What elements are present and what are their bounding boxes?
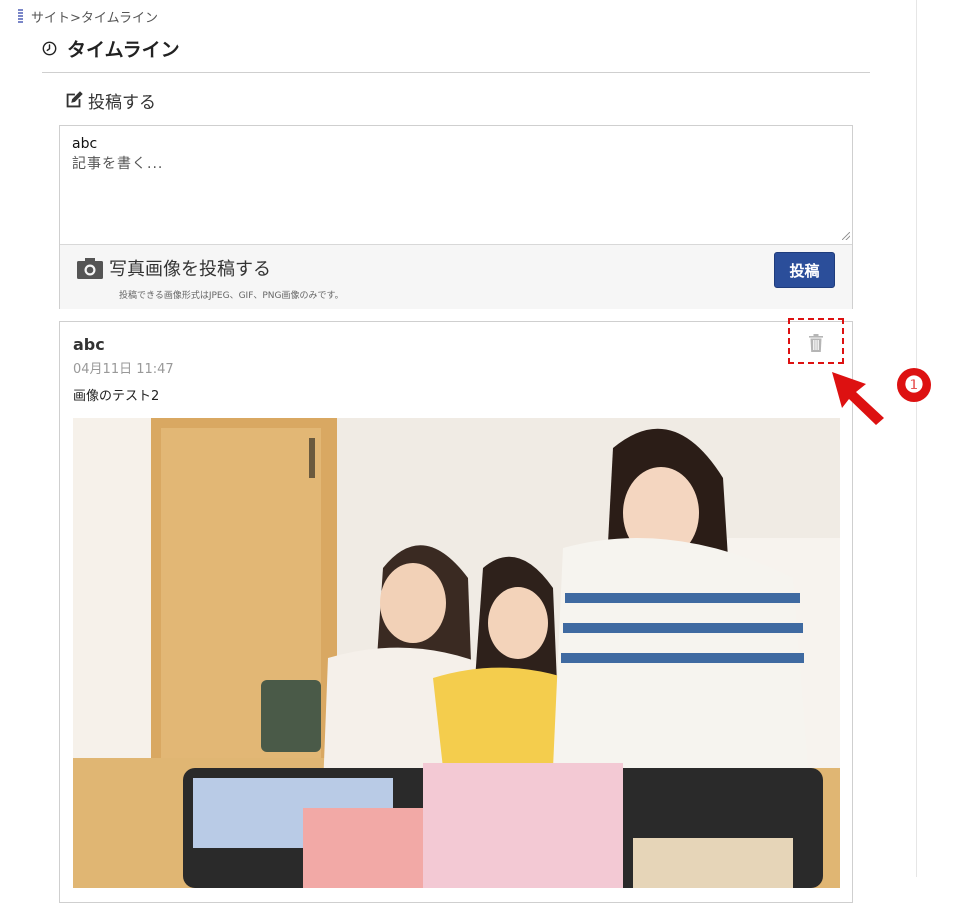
compose-heading-text: 投稿する	[88, 92, 156, 113]
timeline-post: abc 04月11日 11:47 画像のテスト2	[59, 321, 853, 903]
compose-value: abc	[72, 136, 98, 152]
post-author[interactable]: abc	[73, 335, 105, 354]
compose-placeholder: 記事を書く...	[72, 156, 164, 172]
delete-callout-highlight	[788, 318, 844, 364]
post-photo	[73, 418, 840, 888]
submit-post-button[interactable]: 投稿	[774, 252, 835, 288]
title-divider	[42, 72, 870, 73]
compose-textarea[interactable]: abc 記事を書く...	[72, 134, 163, 174]
resize-grip-icon[interactable]	[842, 232, 850, 240]
breadcrumb-text[interactable]: サイト>タイムライン	[31, 7, 158, 26]
breadcrumb-grip-icon	[18, 9, 23, 23]
page-title-text: タイムライン	[67, 38, 180, 61]
compose-box: abc 記事を書く... 写真画像を投稿する 投稿できる画像形式はJPEG、GI…	[59, 125, 853, 309]
compose-heading: 投稿する	[63, 88, 156, 113]
post-timestamp: 04月11日 11:47	[73, 362, 174, 377]
callout-number-badge: ❶	[897, 368, 931, 402]
compose-toolbar: 写真画像を投稿する 投稿できる画像形式はJPEG、GIF、PNG画像のみです。 …	[60, 244, 852, 309]
post-body: 画像のテスト2	[73, 389, 160, 404]
sidebar-divider	[916, 0, 917, 877]
camera-icon	[77, 257, 103, 279]
upload-photo-button[interactable]: 写真画像を投稿する	[77, 255, 271, 281]
breadcrumb: サイト>タイムライン	[18, 7, 158, 26]
photo-format-note: 投稿できる画像形式はJPEG、GIF、PNG画像のみです。	[119, 291, 344, 301]
page-title: タイムライン	[42, 35, 180, 61]
clock-icon	[42, 41, 57, 55]
upload-photo-label: 写真画像を投稿する	[109, 259, 271, 280]
callout-arrow-icon	[832, 372, 884, 425]
edit-icon	[66, 91, 83, 108]
